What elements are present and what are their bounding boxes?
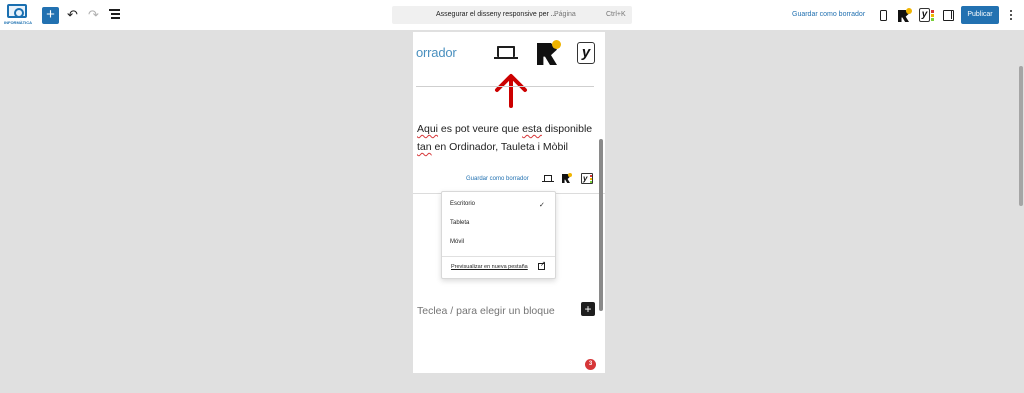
add-block-button[interactable]: + bbox=[42, 7, 59, 24]
menu-item-desktop[interactable]: Escritorio bbox=[450, 201, 475, 207]
page-scrollbar[interactable] bbox=[1019, 66, 1023, 206]
menu-divider bbox=[442, 256, 555, 257]
shortcut-hint: Ctrl+K bbox=[606, 11, 626, 18]
mini-save-draft-text: Guardar como borrador bbox=[466, 176, 529, 182]
editor-header: INFORMÀTICA + ↶ ↷ Assegurar el disseny r… bbox=[0, 0, 1024, 31]
screenshot-save-draft-text: orrador bbox=[416, 45, 457, 60]
preview-new-tab-link[interactable]: Previsualizar en nueva pestaña bbox=[451, 264, 528, 270]
mini-rank-math-icon bbox=[562, 173, 572, 184]
desktop-preview-icon bbox=[497, 46, 515, 57]
mini-laptop-icon-base bbox=[542, 181, 554, 182]
menu-item-mobile[interactable]: Móvil bbox=[450, 239, 464, 245]
external-link-icon bbox=[538, 260, 546, 270]
red-arrow-icon bbox=[495, 74, 527, 108]
canvas-scrollbar[interactable] bbox=[599, 139, 603, 311]
misspelled-word: esta bbox=[522, 123, 542, 135]
site-logo[interactable]: INFORMÀTICA bbox=[4, 3, 32, 27]
paragraph-text: disponible bbox=[541, 123, 593, 135]
misspelled-word: tan bbox=[417, 141, 432, 153]
list-view-icon[interactable] bbox=[109, 9, 120, 20]
yoast-seo-icon[interactable]: y bbox=[919, 8, 934, 23]
monitor-icon bbox=[7, 4, 27, 18]
editor-canvas: orrador y Aqui es pot veure que esta dis… bbox=[413, 32, 605, 373]
block-inserter-button[interactable]: + bbox=[581, 302, 595, 316]
rank-math-icon[interactable] bbox=[898, 8, 912, 23]
yoast-icon-large: y bbox=[577, 42, 595, 64]
block-placeholder[interactable]: Teclea / para elegir un bloque bbox=[417, 305, 555, 317]
paragraph-text: es pot veure que bbox=[438, 123, 523, 135]
mobile-preview-icon[interactable] bbox=[880, 10, 887, 21]
document-title: Assegurar el disseny responsive per ... bbox=[436, 11, 557, 18]
mini-yoast-icon: y bbox=[581, 173, 593, 184]
publish-button[interactable]: Publicar bbox=[961, 6, 999, 24]
logo-label: INFORMÀTICA bbox=[4, 20, 32, 25]
check-icon: ✓ bbox=[539, 202, 545, 209]
settings-sidebar-icon[interactable] bbox=[943, 10, 954, 21]
desktop-preview-icon-base bbox=[494, 57, 518, 59]
image-divider bbox=[416, 86, 594, 87]
paragraph-text: en Ordinador, Tauleta i Mòbil bbox=[431, 141, 568, 153]
notification-badge[interactable]: 3 bbox=[585, 359, 596, 370]
misspelled-word: Aqui bbox=[417, 123, 439, 135]
save-draft-button[interactable]: Guardar como borrador bbox=[792, 11, 865, 18]
redo-icon[interactable]: ↷ bbox=[88, 8, 99, 22]
paragraph-block[interactable]: Aqui es pot veure que esta disponible ta… bbox=[417, 120, 597, 156]
document-type: Página bbox=[554, 11, 576, 18]
title-separator: · bbox=[545, 11, 548, 18]
options-menu-icon[interactable] bbox=[1010, 10, 1013, 22]
preview-dropdown-menu: Escritorio ✓ Tableta Móvil Previsualizar… bbox=[441, 191, 556, 279]
rank-math-icon-large bbox=[537, 40, 561, 66]
command-palette-bar[interactable]: Assegurar el disseny responsive per ... … bbox=[392, 6, 632, 24]
undo-icon[interactable]: ↶ bbox=[67, 8, 78, 22]
menu-item-tablet[interactable]: Tableta bbox=[450, 220, 469, 226]
